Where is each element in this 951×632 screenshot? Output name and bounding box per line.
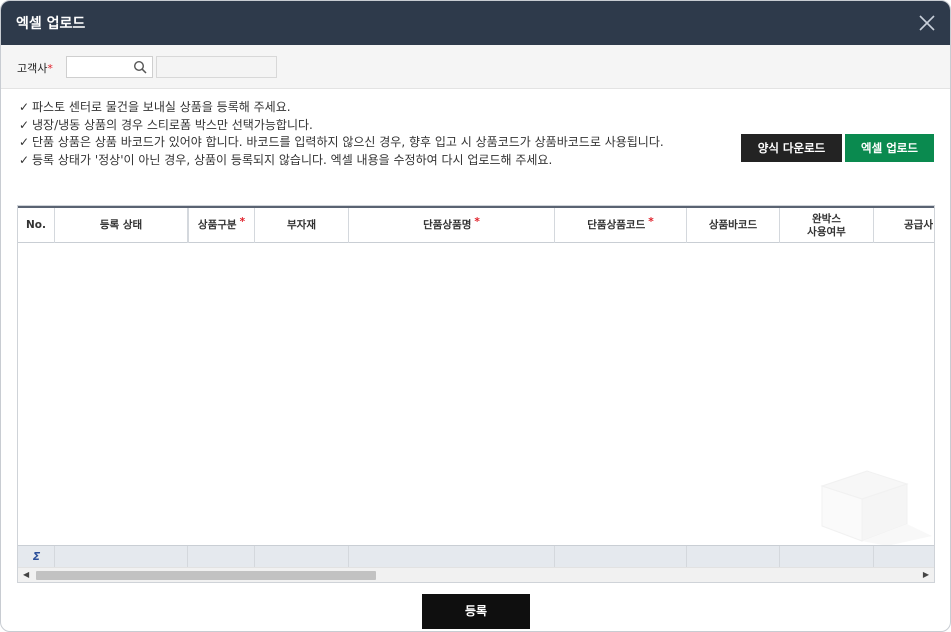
check-icon: ✓ [19,135,30,149]
summary-cell [18,546,55,568]
required-mark: * [474,216,480,228]
column-header-fullbox[interactable]: 완박스 사용여부 [780,208,874,243]
summary-cell [188,546,255,568]
check-icon: ✓ [19,152,30,167]
horizontal-scrollbar[interactable]: ◀ ▶ [18,567,934,582]
register-button[interactable]: 등록 [422,594,530,629]
summary-cell [349,546,555,568]
required-mark: * [47,62,53,75]
column-header-category[interactable]: 상품구분 * [188,208,255,243]
arrow-right-icon[interactable]: ▶ [923,570,929,579]
notice-item: ✓ 냉장/냉동 상품의 경우 스티로폼 박스만 선택가능합니다. [19,117,709,135]
grid-header: No. 등록 상태 상품구분 * 부자재 단품상품명 * 단품상품코드 * 상품바코드… [18,206,934,243]
template-download-button[interactable]: 양식 다운로드 [741,134,842,162]
required-mark: * [239,216,246,228]
column-header-no[interactable]: No. [18,208,55,243]
product-grid: No. 등록 상태 상품구분 * 부자재 단품상품명 * 단품상품코드 * 상품바코드… [17,205,935,583]
column-header-supplier[interactable]: 공급사 [874,208,934,243]
notice-list: ✓ 파스토 센터로 물건을 보내실 상품을 등록해 주세요. ✓ 냉장/냉동 상품의… [19,99,709,169]
column-header-submaterial[interactable]: 부자재 [255,208,349,243]
grid-body [18,243,934,545]
filter-bar: 고객사* [1,45,950,89]
box-watermark [820,470,932,546]
search-icon[interactable] [133,60,148,75]
excel-upload-button[interactable]: 엑셀 업로드 [845,134,934,162]
grid-summary-row: Σ [18,545,934,568]
notice-item: ✓ 단품 상품은 상품 바코드가 있어야 합니다. 바코드를 입력하지 않으신 경… [19,134,709,152]
notice-item: ✓ 등록 상태가 '정상'이 아닌 경우, 상품이 등록되지 않습니다. 엑셀 내… [19,152,709,170]
column-header-product-name[interactable]: 단품상품명 * [349,208,555,243]
summary-cell [255,546,349,568]
summary-cell [555,546,687,568]
column-header-barcode[interactable]: 상품바코드 [687,208,780,243]
summary-cell [55,546,188,568]
excel-upload-dialog: 엑셀 업로드 고객사* ✓ 파스토 센터로 물건을 보내실 상품을 등록해 주세요… [0,0,951,632]
column-header-product-code[interactable]: 단품상품코드 * [555,208,687,243]
check-icon: ✓ [19,100,30,114]
column-header-status[interactable]: 등록 상태 [55,208,188,243]
customer-code-input[interactable] [67,58,131,79]
summary-cell [687,546,780,568]
notice-item: ✓ 파스토 센터로 물건을 보내실 상품을 등록해 주세요. [19,99,709,117]
customer-label: 고객사* [17,62,53,75]
customer-name-field [156,56,277,78]
close-icon[interactable] [916,12,938,34]
required-mark: * [648,216,654,228]
dialog-title: 엑셀 업로드 [16,16,86,32]
dialog-titlebar: 엑셀 업로드 [1,1,950,45]
summary-cell [780,546,874,568]
scrollbar-thumb[interactable] [36,571,376,580]
check-icon: ✓ [19,117,30,132]
customer-code-field[interactable] [66,56,153,79]
arrow-left-icon[interactable]: ◀ [23,570,29,579]
